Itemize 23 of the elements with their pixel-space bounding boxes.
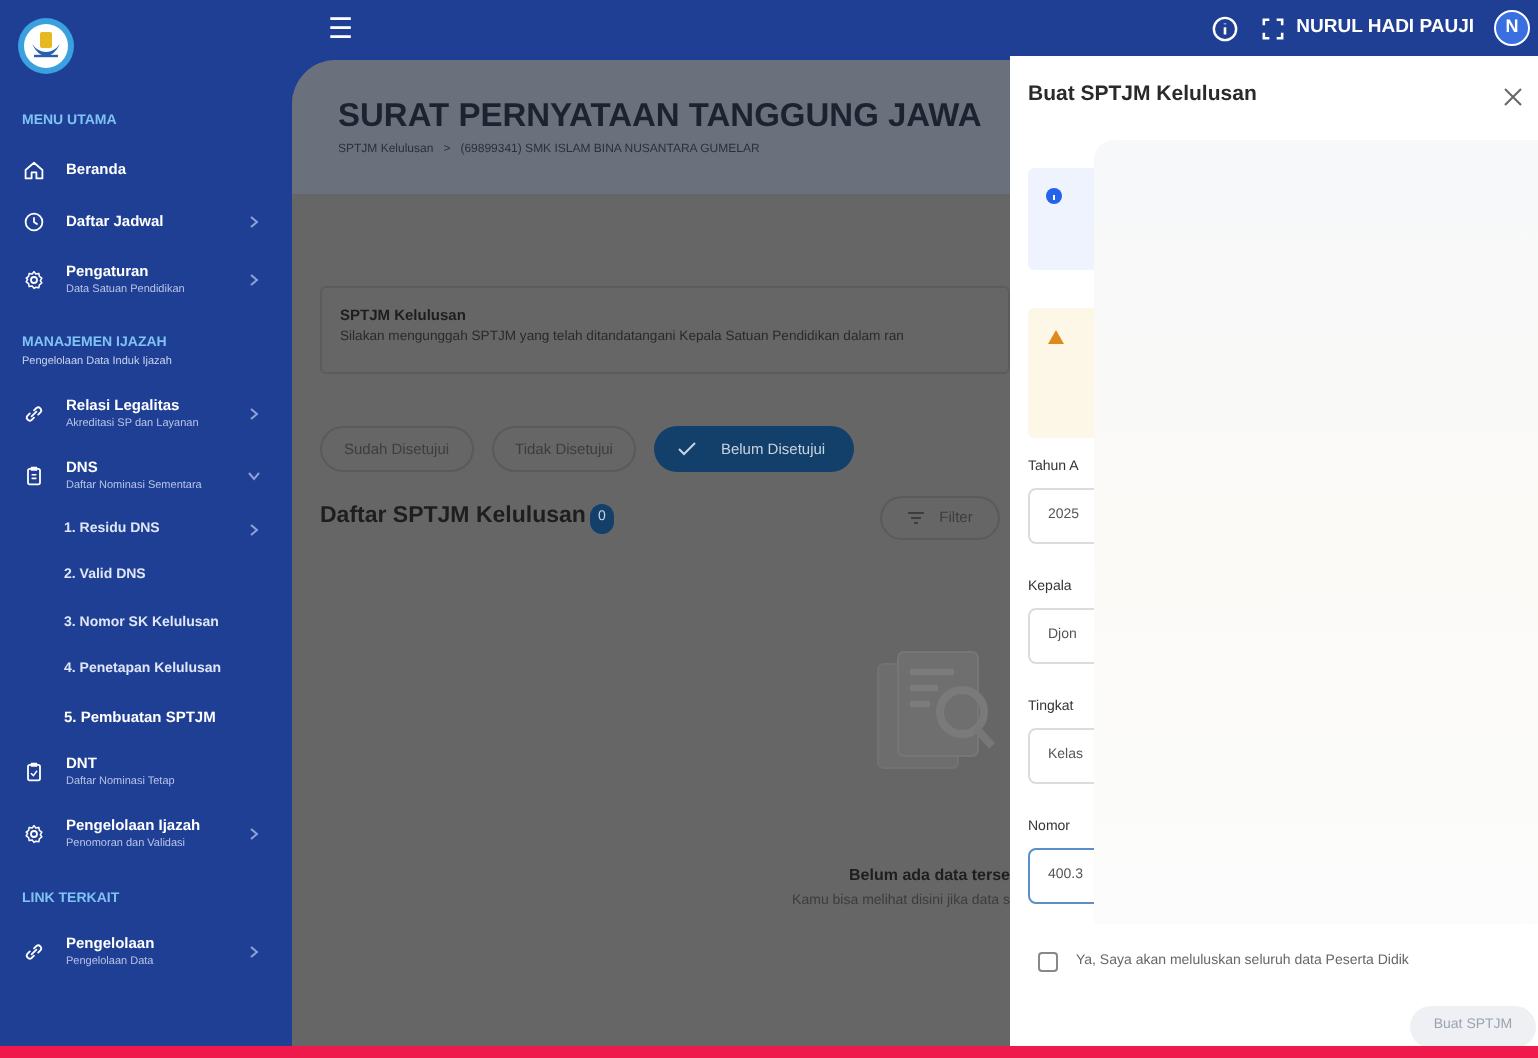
empty-state-title: Belum ada data terse [849, 864, 1010, 888]
link-icon [22, 401, 46, 425]
drawer-title: Buat SPTJM Kelulusan [1028, 80, 1259, 111]
settings-icon [22, 267, 46, 291]
close-icon[interactable] [1504, 87, 1522, 105]
menu-button[interactable]: ☰ [328, 14, 354, 42]
check-icon [678, 442, 697, 456]
clock-icon [22, 210, 46, 234]
filter-icon [907, 512, 924, 524]
fullscreen-icon[interactable] [1262, 17, 1285, 39]
page-title: SURAT PERNYATAAN TANGGUNG JAWA [338, 96, 984, 138]
clipboard-check-icon [22, 760, 46, 784]
clipboard-icon [22, 463, 46, 487]
user-avatar[interactable]: N [1494, 10, 1530, 46]
list-title: Daftar SPTJM Kelulusan [320, 502, 586, 533]
home-icon [22, 158, 46, 182]
checkbox[interactable] [1038, 952, 1058, 973]
settings-icon [22, 822, 46, 846]
warning-icon [1048, 330, 1064, 344]
info-icon [1046, 188, 1062, 204]
user-name: NURUL HADI PAUJI [1296, 13, 1474, 42]
link-icon [22, 940, 46, 964]
info-icon[interactable] [1212, 15, 1239, 41]
